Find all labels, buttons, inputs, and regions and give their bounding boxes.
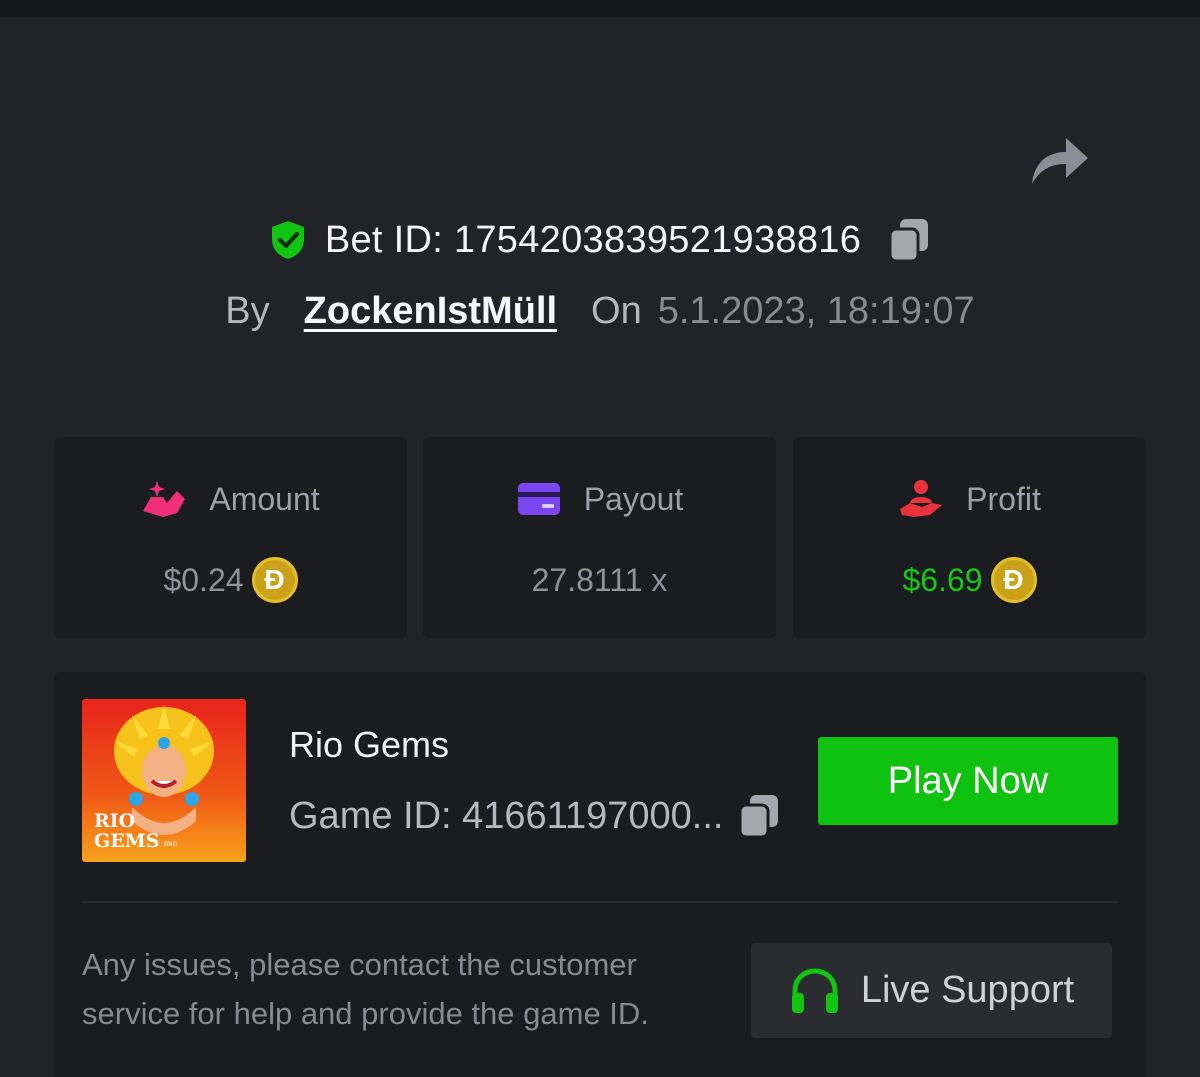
game-card: RIO GEMS BNG Rio Gems Game ID: 416611970… — [54, 672, 1146, 1077]
payout-value: 27.8111 x — [531, 561, 668, 598]
game-thumbnail[interactable]: RIO GEMS BNG — [82, 699, 246, 862]
hand-coins-icon — [143, 481, 186, 517]
headset-icon — [791, 967, 838, 1013]
play-now-button[interactable]: Play Now — [818, 737, 1118, 825]
bet-datetime: 5.1.2023, 18:19:07 — [657, 289, 975, 332]
card-icon — [517, 483, 560, 515]
live-support-button[interactable]: Live Support — [751, 943, 1112, 1038]
thumb-title-line2: GEMS — [94, 830, 159, 852]
payout-label: Payout — [583, 480, 684, 517]
doge-coin-icon: Đ — [251, 557, 298, 603]
profit-value: $6.69 — [902, 561, 983, 598]
profit-card: Profit $6.69 Đ — [793, 437, 1146, 638]
copy-icon[interactable] — [887, 216, 931, 264]
top-bar — [0, 0, 1200, 17]
bet-id: Bet ID: 1754203839521938816 — [324, 218, 862, 261]
by-label: By — [225, 289, 270, 332]
thumb-brand: BNG — [164, 841, 178, 848]
username-link[interactable]: ZockenIstMüll — [304, 290, 557, 333]
profit-label: Profit — [966, 480, 1041, 517]
amount-value: $0.24 — [163, 561, 244, 598]
game-title: Rio Gems — [289, 724, 450, 765]
game-id-row: Game ID: 41661197000... — [289, 790, 781, 842]
amount-label: Amount — [209, 480, 320, 517]
verified-shield-icon — [271, 221, 304, 259]
support-help-text: Any issues, please contact the customer … — [82, 947, 649, 1031]
copy-icon[interactable] — [737, 792, 781, 840]
share-icon[interactable] — [1028, 132, 1090, 186]
doge-coin-icon: Đ — [990, 557, 1037, 603]
divider — [82, 901, 1118, 903]
on-label: On — [591, 289, 642, 332]
amount-card: Amount $0.24 Đ — [54, 437, 407, 638]
live-support-label: Live Support — [860, 969, 1075, 1011]
thumb-title-line1: RIO — [94, 810, 135, 832]
bet-id-row: Bet ID: 1754203839521938816 — [0, 212, 1200, 268]
hand-user-icon — [900, 480, 943, 517]
bet-meta-row: By ZockenIstMüll On 5.1.2023, 18:19:07 — [0, 284, 1200, 338]
payout-card: Payout 27.8111 x — [423, 437, 776, 638]
game-id: Game ID: 41661197000... — [289, 794, 724, 837]
